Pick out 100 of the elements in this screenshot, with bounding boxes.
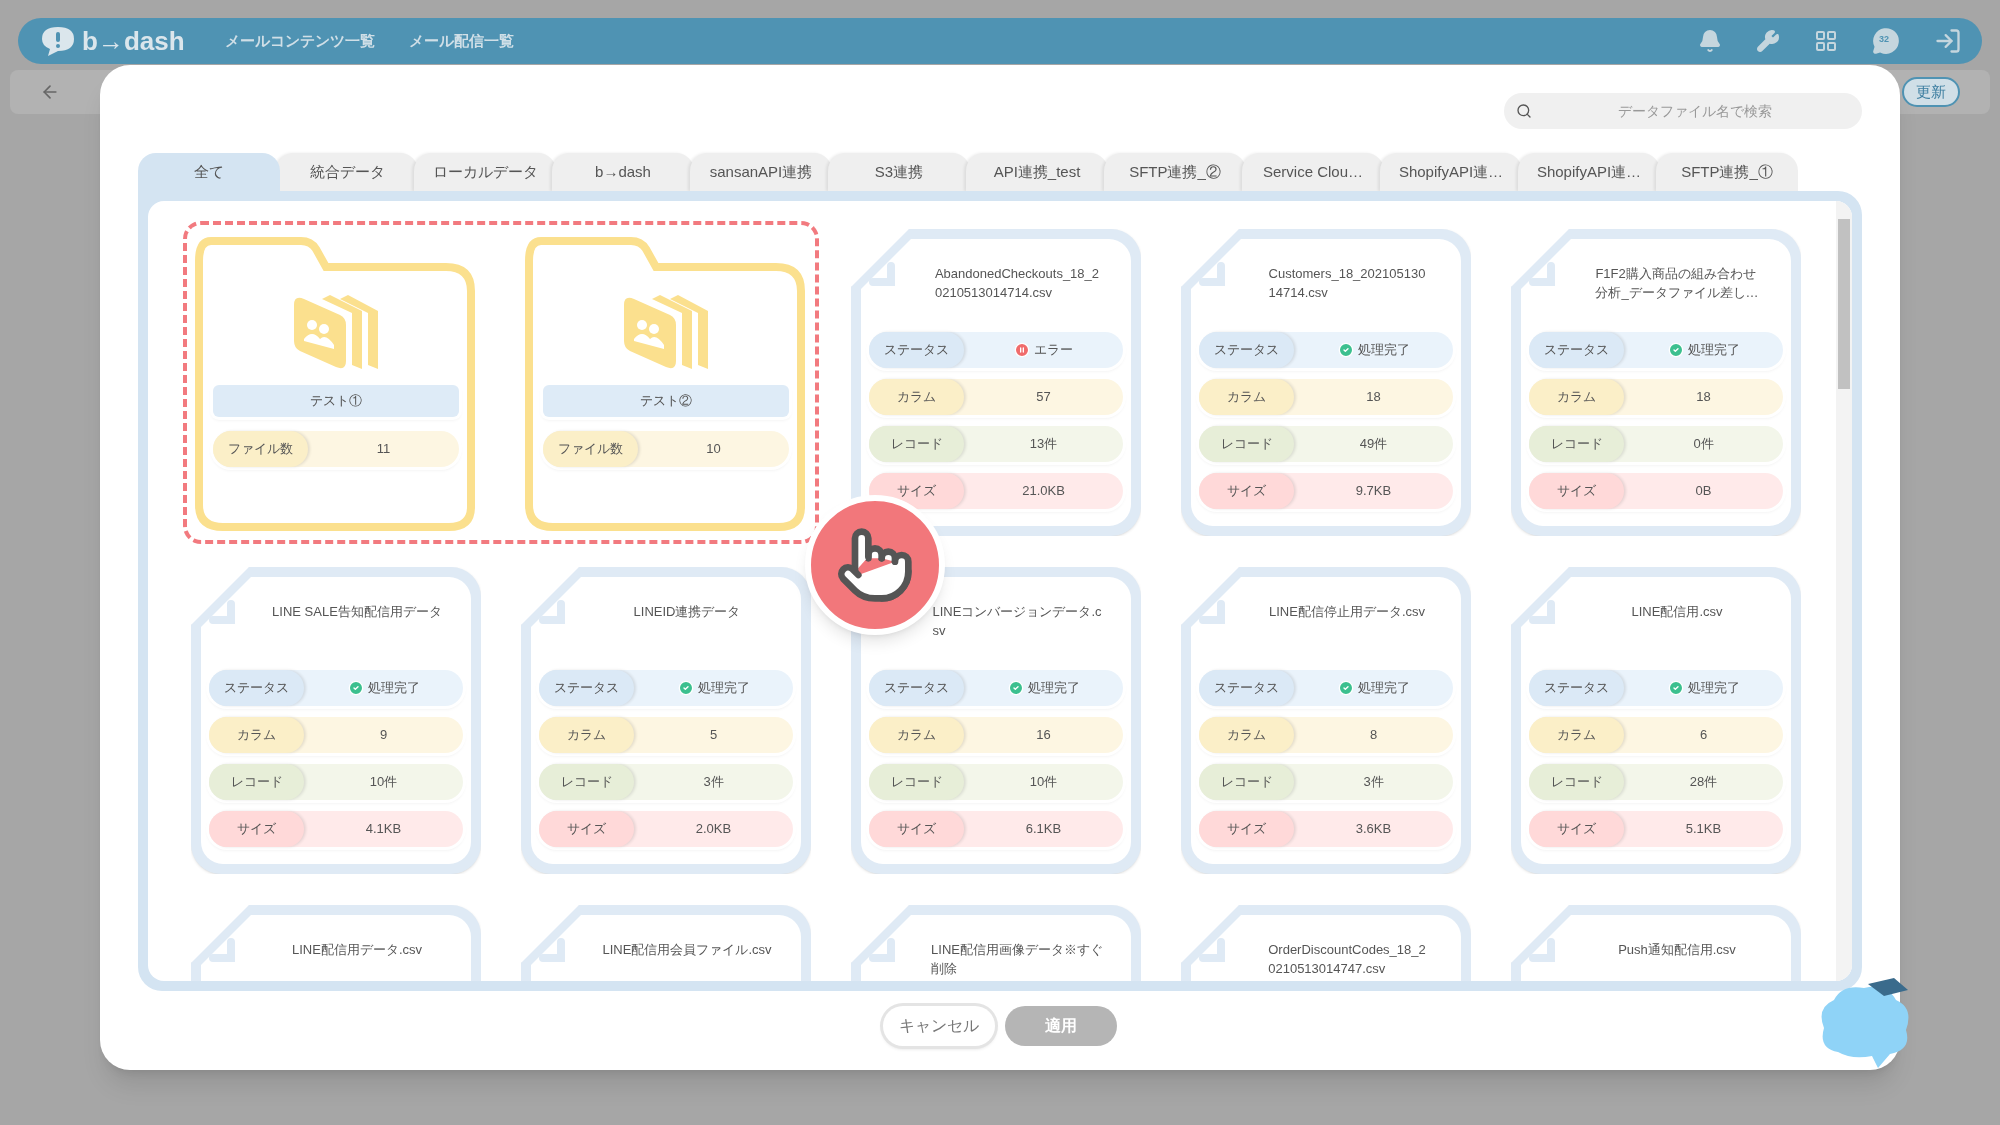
file-name: Push通知配信用.csv: [1618, 941, 1736, 959]
file-card[interactable]: LINEID連携データ ステータス 処理完了 カラム 5 レコード 3件 サイズ 2.0KB: [521, 567, 811, 874]
logout-icon[interactable]: [1934, 27, 1962, 55]
info-value: 処理完了: [1687, 679, 1740, 698]
info-value: 5: [709, 726, 718, 745]
info-label: サイズ: [1529, 473, 1624, 509]
file-card[interactable]: Push通知配信用.csv: [1511, 905, 1801, 981]
tab[interactable]: SFTP連携_①: [1656, 153, 1798, 191]
info-value: 3件: [703, 773, 724, 792]
info-value: 処理完了: [1687, 341, 1740, 360]
file-name-line: LINE配信用画像データ※すぐ: [931, 941, 1103, 959]
info-label: ステータス: [869, 670, 964, 706]
file-card[interactable]: Customers_18_202105130 14714.csv ステータス 処理完了 カラム 18 レコード 49件 サイズ 9.7KB: [1181, 229, 1471, 536]
apps-icon[interactable]: [1814, 29, 1838, 53]
file-card[interactable]: LINE配信用画像データ※すぐ 削除: [851, 905, 1141, 981]
info-value: 11: [376, 440, 391, 459]
file-card[interactable]: LINE配信用.csv ステータス 処理完了 カラム 6 レコード 28件 サイズ 5.1KB: [1511, 567, 1801, 874]
settings-icon[interactable]: [1756, 29, 1780, 53]
info-label: ステータス: [1199, 670, 1294, 706]
info-label: ステータス: [1199, 332, 1294, 368]
info-label: カラム: [1199, 379, 1294, 415]
file-name: LINE配信用.csv: [1631, 603, 1723, 621]
file-card[interactable]: AbandonedCheckouts_18_2 0210513014714.csv ステータス エラー カラム 57 レコード 13件 サイズ 21.0KB: [851, 229, 1141, 536]
tab[interactable]: ShopifyAPI連…: [1380, 153, 1522, 191]
info-value: 16: [1036, 726, 1051, 745]
file-card[interactable]: LINE SALE告知配信用データ ステータス 処理完了 カラム 9 レコード 10件 サイズ 4.1KB: [191, 567, 481, 874]
info-label: レコード: [1529, 764, 1624, 800]
tab[interactable]: ShopifyAPI連…: [1518, 153, 1660, 191]
info-value: 28件: [1689, 773, 1718, 792]
info-label: ステータス: [1529, 670, 1624, 706]
tab[interactable]: Service Clou…: [1242, 153, 1384, 191]
folder-name: テスト②: [543, 385, 789, 417]
tab[interactable]: API連携_test: [966, 153, 1108, 191]
tab[interactable]: b→dash: [552, 153, 694, 191]
info-label: レコード: [869, 764, 964, 800]
info-label: ステータス: [1529, 332, 1624, 368]
info-value: 10件: [1029, 773, 1058, 792]
info-value: 9.7KB: [1355, 482, 1392, 501]
info-label: カラム: [539, 717, 634, 753]
file-name-line: 削除: [931, 960, 959, 978]
info-value: 処理完了: [1357, 679, 1410, 698]
info-value: 10件: [369, 773, 398, 792]
tab[interactable]: SFTP連携_②: [1104, 153, 1246, 191]
file-name: Customers_18_202105130 14714.csv: [1268, 265, 1426, 302]
tab[interactable]: S3連携: [828, 153, 970, 191]
info-label: サイズ: [1199, 811, 1294, 847]
tab[interactable]: ローカルデータ: [414, 153, 556, 191]
info-label: レコード: [539, 764, 634, 800]
file-card[interactable]: LINE配信停止用データ.csv ステータス 処理完了 カラム 8 レコード 3件 サイズ 3.6KB: [1181, 567, 1471, 874]
info-label: レコード: [1199, 426, 1294, 462]
info-label: サイズ: [869, 811, 964, 847]
info-label: サイズ: [1199, 473, 1294, 509]
search-field[interactable]: データファイル名で検索: [1504, 93, 1862, 129]
info-value: 18: [1366, 388, 1381, 407]
file-card[interactable]: LINE配信用データ.csv: [191, 905, 481, 981]
file-card[interactable]: OrderDiscountCodes_18_2 0210513014747.csv: [1181, 905, 1471, 981]
file-card[interactable]: LINEコンバージョンデータ.c sv ステータス 処理完了 カラム 16 レコード 10件 サイズ 6.1KB: [851, 567, 1141, 874]
info-value: 6.1KB: [1025, 820, 1062, 839]
file-card[interactable]: LINE配信用会員ファイル.csv: [521, 905, 811, 981]
file-name-line: F1F2購入商品の組み合わせ: [1595, 265, 1757, 283]
info-label: ステータス: [539, 670, 634, 706]
info-label: カラム: [1199, 717, 1294, 753]
chat-icon[interactable]: [1872, 27, 1900, 55]
notification-icon[interactable]: [1698, 29, 1722, 53]
logo-text: b→dash: [82, 24, 185, 58]
info-label: レコード: [209, 764, 304, 800]
info-value: 処理完了: [1357, 341, 1410, 360]
tab[interactable]: 統合データ: [276, 153, 418, 191]
file-name: LINEコンバージョンデータ.c sv: [932, 603, 1102, 640]
file-name-line: 分析_データファイル差し…: [1595, 284, 1759, 302]
info-label: サイズ: [539, 811, 634, 847]
info-value: 5.1KB: [1685, 820, 1722, 839]
tab[interactable]: sansanAPI連携: [690, 153, 832, 191]
info-value: 処理完了: [1027, 679, 1080, 698]
file-card[interactable]: F1F2購入商品の組み合わせ 分析_データファイル差し… ステータス 処理完了 カラム 18 レコード 0件 サイズ 0B: [1511, 229, 1801, 536]
info-value: 3.6KB: [1355, 820, 1392, 839]
file-name: LINE配信用データ.csv: [292, 941, 422, 959]
file-name: LINE配信停止用データ.csv: [1269, 603, 1425, 621]
info-label: カラム: [869, 717, 964, 753]
file-name: LINE配信用会員ファイル.csv: [602, 941, 772, 959]
info-label: サイズ: [1529, 811, 1624, 847]
info-label: レコード: [1199, 764, 1294, 800]
info-label: カラム: [209, 717, 304, 753]
info-label: カラム: [869, 379, 964, 415]
info-label: カラム: [1529, 379, 1624, 415]
info-value: 4.1KB: [365, 820, 402, 839]
search-icon: [1516, 103, 1532, 119]
folder-name: テスト①: [213, 385, 459, 417]
cancel-button[interactable]: キャンセル: [883, 1005, 995, 1046]
info-label: レコード: [869, 426, 964, 462]
info-label: ステータス: [869, 332, 964, 368]
info-label: ファイル数: [213, 431, 308, 467]
file-name: LINEID連携データ: [633, 603, 741, 621]
hand-icon: [835, 525, 915, 605]
info-value: 13件: [1029, 435, 1058, 454]
file-name: AbandonedCheckouts_18_2 0210513014714.csv: [934, 265, 1100, 302]
info-value: 処理完了: [367, 679, 420, 698]
info-value: 18: [1696, 388, 1711, 407]
info-label: ファイル数: [543, 431, 638, 467]
tab[interactable]: 全て: [138, 153, 280, 191]
